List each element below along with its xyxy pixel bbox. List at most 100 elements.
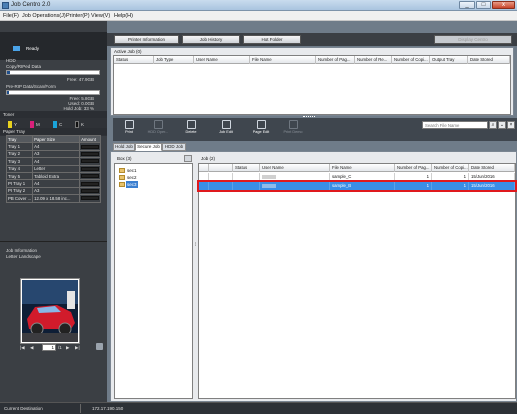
col-date-stored[interactable]: Date Stored [468,56,510,64]
col-date-stored[interactable]: Date Stored [469,164,515,172]
box-item-sec3[interactable]: sec3 [119,181,143,188]
printer-status: Ready [26,46,40,51]
title-bar: Job Centro 2.0 _ □ x [0,0,517,11]
hdd-heading: HDD [6,58,16,63]
minimize-button[interactable]: _ [459,1,475,9]
tray-amount [79,179,101,188]
zoom-icon[interactable] [96,343,103,350]
last-page-icon[interactable]: ▶| [75,345,80,351]
job-info-paper: Letter Landscape [6,254,41,259]
tray-row: Tray 1 A4 [5,142,101,151]
col-status[interactable]: Status [233,164,260,172]
tray-name: Tray 3 [5,157,34,166]
job-row[interactable]: sample_C 1 1 15/Jun/2016 [199,173,515,181]
hot-folder-button[interactable]: Hot Folder [243,35,301,44]
col-lock[interactable] [209,164,233,172]
hdd-free-1: Free: 47.9GB [66,77,94,82]
col-num-copies[interactable]: Number of Copi... [392,56,430,64]
col-num-pages[interactable]: Number of Pag... [395,164,432,172]
paper-tray-header: Tray Paper Size Amount [5,134,101,144]
toner-c-label: C [59,122,63,127]
search-clear-icon[interactable]: × [507,121,515,129]
menu-view[interactable]: View(V) [91,13,110,19]
paper-tray-table: Tray Paper Size Amount Tray 1 A4 Tray 2 A3… [5,134,101,203]
prev-page-icon[interactable]: ◀ [30,345,33,351]
page-edit-icon [256,120,266,129]
tray-row: Tray 3 A4 [5,157,101,166]
window-title: Job Centro 2.0 [11,2,51,8]
hdd-copy-gauge-fill [7,71,10,74]
box-item-sec1[interactable]: sec1 [119,167,143,174]
print-button[interactable]: Print [115,120,143,139]
job-edit-button[interactable]: Job Edit [212,120,240,139]
menu-job-operations[interactable]: Job Operations(J) [22,13,66,19]
tray-name: PI Tray 1 [5,179,34,188]
hdd-icon [153,120,163,129]
box-settings-icon[interactable] [184,155,192,162]
col-user-name[interactable]: User Name [260,164,330,172]
col-check[interactable] [199,164,209,172]
left-panel: Ready HDD Copy/RIPed Data Free: 47.9GB P… [0,21,107,402]
col-job-type[interactable]: Job Type [154,56,194,64]
row-check [199,173,209,181]
col-tray: Tray [5,134,34,144]
tray-size: Letter [32,164,81,173]
col-status[interactable]: Status [114,56,154,64]
maximize-button[interactable]: □ [476,1,491,9]
delete-button[interactable]: Delete [177,120,205,139]
tab-secure-job[interactable]: Secure Job [135,143,162,151]
col-file-name[interactable]: File Name [330,164,395,172]
tray-name: PB Cover ... [5,194,34,203]
tray-row: Tray 4 Letter [5,164,101,173]
delete-label: Delete [185,130,197,134]
page-edit-button[interactable]: Page Edit [247,120,275,139]
hdd-operation-button[interactable]: HDD Oper... [144,120,172,139]
menu-printer[interactable]: Printer(P) [66,13,90,19]
app-icon [2,2,9,9]
job-history-button[interactable]: Job History [182,35,240,44]
col-num-reprints[interactable]: Number of Re... [355,56,392,64]
row-pages: 1 [395,173,432,181]
col-file-name[interactable]: File Name [250,56,316,64]
blurred-user-name [262,175,276,179]
splitter-vertical[interactable]: ⁞ [195,242,196,248]
tray-name: Tray 2 [5,149,34,159]
row-file-name: sample_C [330,173,395,181]
job-table-header: Status User Name File Name Number of Pag… [199,164,515,172]
menu-file[interactable]: File(F) [3,13,19,19]
hdd-operation-label: HDD Oper... [147,130,169,134]
next-page-icon[interactable]: ▶ [66,345,69,351]
print-demo-button[interactable]: Print Demo [279,120,307,139]
col-output-tray[interactable]: Output Tray [430,56,468,64]
job-row-selected[interactable]: sample_B 1 1 15/Jun/2016 [197,180,517,192]
col-num-copies[interactable]: Number of Copi... [432,164,469,172]
folder-icon [119,168,125,173]
col-user-name[interactable]: User Name [194,56,250,64]
search-input[interactable] [422,121,488,129]
search-down-icon[interactable]: ⌄ [498,121,506,129]
tab-hold-job[interactable]: Hold Job [113,143,135,151]
print-icon [124,120,134,129]
menu-help[interactable]: Help(H) [114,13,133,19]
folder-icon [119,182,125,187]
display-centro-button[interactable]: Display Centro [434,35,512,44]
close-button[interactable]: x [492,1,515,9]
row-status [233,173,260,181]
active-job-label: Active Job (0) [114,49,142,54]
tray-amount [79,149,101,159]
toner-m-gauge [30,121,34,128]
tray-row: Tray 2 A3 [5,149,101,159]
row-copies: 1 [432,173,469,181]
box-item-sec2[interactable]: sec2 [119,174,143,181]
box-item-label: sec2 [127,175,137,180]
col-num-pages[interactable]: Number of Pag... [316,56,355,64]
first-page-icon[interactable]: |◀ [20,345,25,351]
toner-y-gauge [8,121,12,128]
search-icon[interactable]: ⌕ [489,121,497,129]
tab-hdd-job[interactable]: HDD Job [162,143,186,151]
page-number-input[interactable]: 1 [42,344,56,351]
printer-information-button[interactable]: Printer Information [114,35,179,44]
row-file-name: sample_B [330,182,395,190]
preview-pager: |◀ ◀ 1 /1 ▶ ▶| [20,343,84,352]
toner-c-gauge [53,121,57,128]
